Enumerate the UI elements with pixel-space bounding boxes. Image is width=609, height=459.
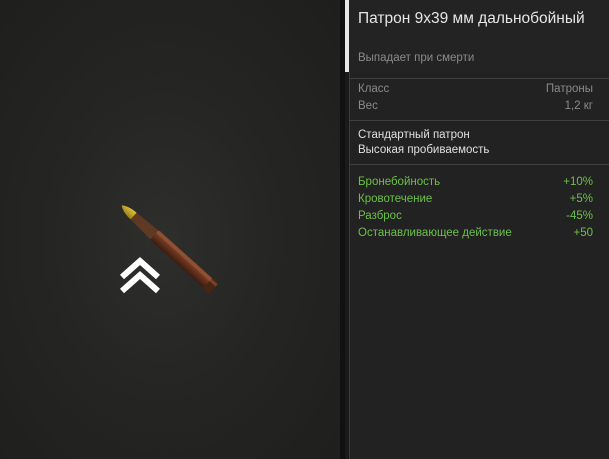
meta-row-weight: Вес 1,2 кг: [358, 97, 593, 114]
meta-label: Вес: [358, 99, 378, 112]
stat-row: Кровотечение +5%: [358, 190, 593, 207]
stat-label: Кровотечение: [358, 192, 433, 205]
stat-row: Бронебойность +10%: [358, 173, 593, 190]
stat-value: +5%: [569, 192, 593, 205]
meta-value: Патроны: [545, 82, 593, 95]
meta-row-class: Класс Патроны: [358, 80, 593, 97]
header-accent-bar: [345, 0, 349, 72]
meta-label: Класс: [358, 82, 390, 95]
stat-label: Разброс: [358, 209, 402, 222]
stat-value: -45%: [566, 209, 593, 222]
item-inspect-screen: Патрон 9х39 мм дальнобойный Выпадает при…: [0, 0, 609, 459]
stat-value: +10%: [563, 175, 593, 188]
meta-value: 1,2 кг: [564, 99, 593, 112]
stat-row: Останавливающее действие +50: [358, 224, 593, 241]
divider: [349, 78, 609, 79]
double-chevron-up-icon: [120, 256, 160, 294]
description-line: Высокая пробиваемость: [358, 144, 490, 156]
stat-label: Бронебойность: [358, 175, 441, 188]
divider: [349, 120, 609, 121]
stat-value: +50: [573, 226, 593, 239]
stat-label: Останавливающее действие: [358, 226, 512, 239]
description-line: Стандартный патрон: [358, 129, 470, 141]
item-title: Патрон 9х39 мм дальнобойный: [358, 10, 585, 27]
stat-row: Разброс -45%: [358, 207, 593, 224]
divider: [349, 164, 609, 165]
item-subtitle: Выпадает при смерти: [358, 52, 475, 64]
